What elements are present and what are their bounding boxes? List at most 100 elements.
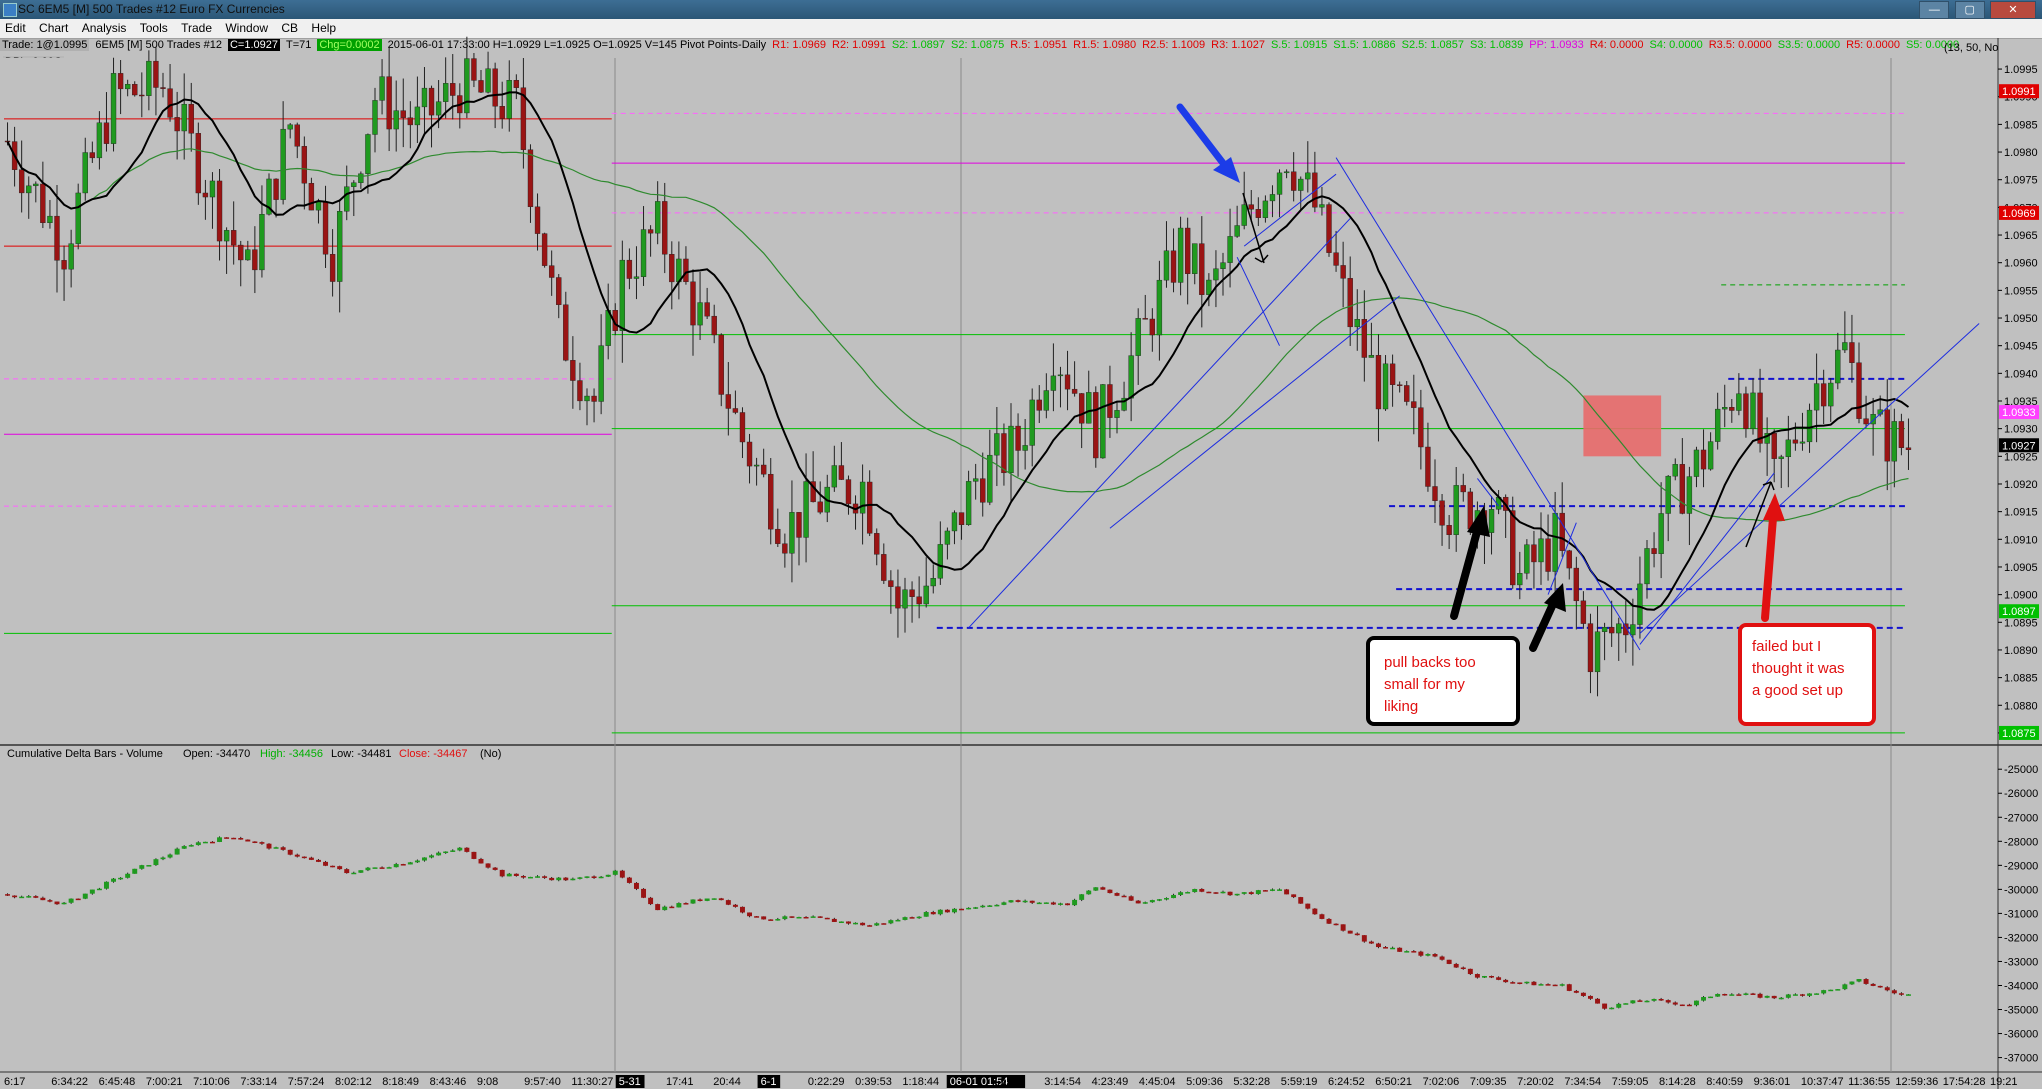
delta-up-bar: [916, 916, 922, 919]
delta-up-bar: [358, 870, 364, 873]
time-tick-label: 7:59:05: [1612, 1076, 1649, 1088]
delta-up-bar: [1849, 981, 1855, 985]
time-tick-label: 5:09:36: [1186, 1076, 1223, 1088]
delta-up-bar: [1156, 899, 1162, 901]
down-candle: [1396, 384, 1403, 386]
time-tick-label: 5:59:19: [1281, 1076, 1318, 1088]
down-candle: [548, 265, 555, 278]
up-candle: [1799, 441, 1806, 444]
delta-up-bar: [973, 907, 979, 909]
pivot-lines: [4, 112, 1905, 734]
down-candle: [612, 310, 618, 331]
delta-up-bar: [68, 898, 74, 903]
delta-down-bar: [1686, 1004, 1692, 1007]
price-tick-label: 1.0965: [2004, 230, 2038, 242]
pivot-value: R3: 1.1027: [1211, 39, 1265, 51]
delta-up-bar: [450, 850, 456, 852]
delta-down-bar: [1206, 891, 1212, 894]
delta-up-bar: [174, 848, 180, 855]
minimize-button[interactable]: —: [1919, 1, 1950, 19]
delta-up-bar: [181, 846, 187, 849]
up-candle: [902, 589, 908, 609]
down-candle: [647, 229, 654, 234]
delta-up-bar: [838, 921, 844, 923]
delta-panel-header: Cumulative Delta Bars - Volume Open: -34…: [7, 748, 501, 760]
price-tick-label: 1.0935: [2004, 396, 2038, 408]
delta-up-bar: [61, 902, 67, 905]
time-tick-label: 5-31: [619, 1076, 641, 1088]
menu-analysis[interactable]: Analysis: [77, 19, 132, 35]
time-tick-label: 7:09:35: [1470, 1076, 1507, 1088]
menu-chart[interactable]: Chart: [34, 19, 73, 35]
delta-up-bar: [1623, 1003, 1629, 1005]
time-tick-label: 8:40:59: [1706, 1076, 1743, 1088]
delta-up-bar: [1255, 890, 1261, 895]
up-candle: [1283, 171, 1290, 174]
delta-down-bar: [1489, 976, 1495, 978]
menu-help[interactable]: Help: [306, 19, 341, 35]
delta-down-bar: [1305, 903, 1311, 909]
delta-up-bar: [1178, 892, 1184, 895]
delta-up-bar: [690, 899, 696, 904]
price-tick-label: 1.0985: [2004, 119, 2038, 131]
menu-window[interactable]: Window: [220, 19, 273, 35]
pivot-value: R1.5: 1.0980: [1073, 39, 1137, 51]
down-candle: [768, 473, 774, 530]
delta-up-bar: [676, 903, 682, 908]
price-panel-bg: [0, 58, 1998, 746]
delta-up-bar: [1008, 900, 1014, 903]
black-arrow-1: [1450, 506, 1490, 620]
delta-up-bar: [118, 877, 124, 880]
up-candle: [47, 215, 53, 224]
price-tick-label: 1.0900: [2004, 590, 2038, 602]
price-chart[interactable]: 1.09951.09901.09851.09801.09751.09701.09…: [0, 0, 2042, 1089]
delta-close: Close: -34467: [399, 748, 468, 760]
down-candle: [888, 580, 894, 587]
pivot-value: S.5: 1.0915: [1270, 39, 1328, 51]
delta-up-bar: [386, 867, 392, 869]
delta-up-bar: [987, 905, 993, 907]
maximize-button[interactable]: ▢: [1954, 1, 1985, 19]
time-tick-label: 8:14:28: [1659, 1076, 1696, 1088]
pivot-value: S2.5: 1.0857: [1401, 39, 1465, 51]
delta-down-bar: [1679, 1004, 1685, 1007]
delta-down-bar: [209, 841, 215, 844]
menu-tools[interactable]: Tools: [135, 19, 173, 35]
down-candle: [817, 501, 823, 513]
time-tick-label: 7:10:06: [193, 1076, 230, 1088]
up-candle: [605, 310, 611, 346]
price-flag-label: 1.0927: [2002, 440, 2036, 452]
delta-down-bar: [337, 866, 343, 870]
delta-down-bar: [1474, 974, 1480, 978]
up-candle: [181, 103, 187, 132]
delta-up-bar: [407, 862, 413, 865]
menu-edit[interactable]: Edit: [0, 19, 31, 35]
delta-down-bar: [5, 894, 11, 896]
delta-up-bar: [577, 877, 583, 879]
pivot-values: R1: 1.0969 R2: 1.0991 S2: 1.0897 S2: 1.0875…: [772, 39, 1965, 51]
time-tick-label: 5:32:28: [1233, 1076, 1270, 1088]
menu-cb[interactable]: CB: [276, 19, 303, 35]
close-button[interactable]: ✕: [1990, 1, 2036, 19]
down-candle: [61, 260, 67, 270]
delta-down-bar: [323, 861, 329, 866]
up-candle: [930, 578, 936, 587]
up-candle: [1891, 421, 1898, 462]
delta-down-bar: [513, 873, 519, 876]
delta-down-bar: [1884, 987, 1890, 991]
delta-down-bar: [330, 865, 336, 868]
delta-up-bar: [1022, 900, 1028, 903]
up-candle: [259, 214, 265, 271]
delta-down-bar: [1877, 985, 1883, 988]
trend-line: [1243, 173, 1337, 247]
menu-trade[interactable]: Trade: [176, 19, 217, 35]
down-candle: [1545, 538, 1551, 572]
up-candle: [33, 183, 39, 187]
delta-up-bar: [556, 877, 562, 881]
delta-up-bar: [1142, 902, 1148, 904]
down-candle: [838, 465, 845, 480]
down-candle: [188, 103, 194, 134]
delta-up-bar: [1524, 981, 1530, 984]
delta-down-bar: [655, 904, 661, 911]
up-candle: [245, 249, 251, 261]
